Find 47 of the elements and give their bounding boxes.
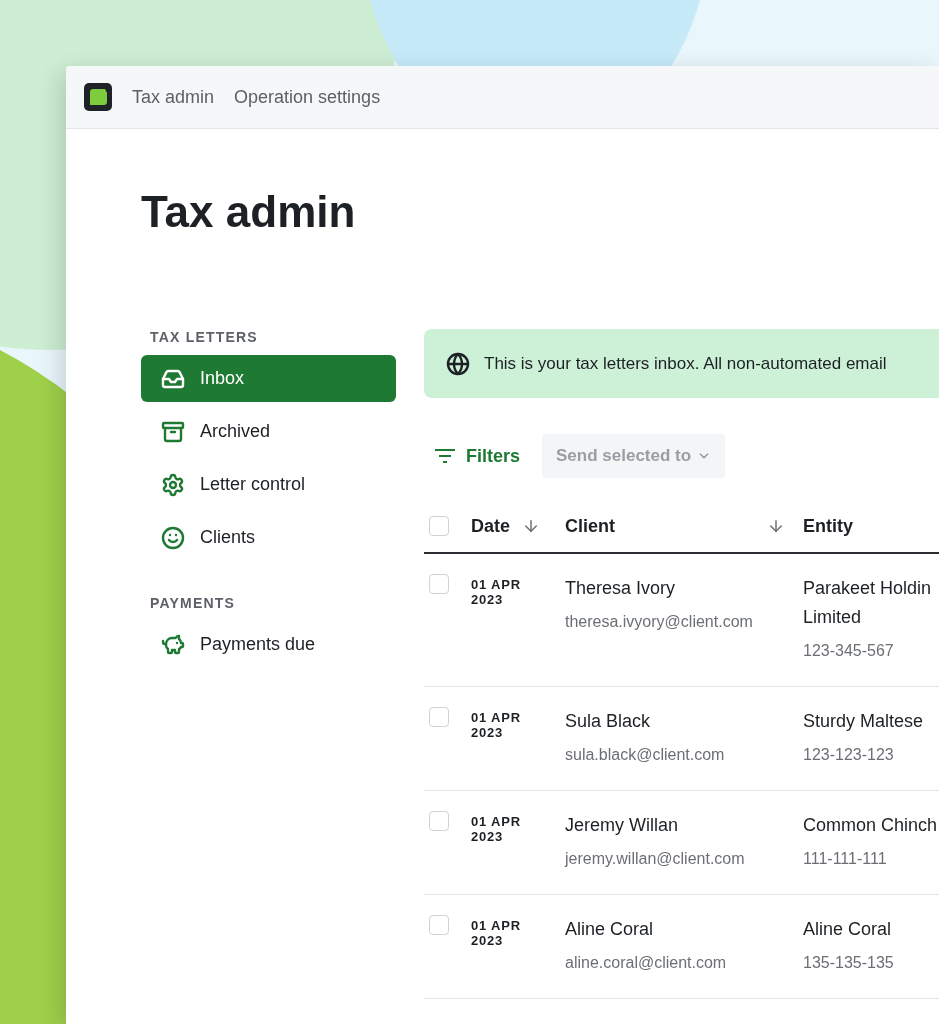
smiley-face-icon <box>161 525 185 550</box>
globe-icon <box>446 351 470 376</box>
sidebar-item[interactable]: Payments due <box>141 621 396 668</box>
entity-name: Aline Coral <box>803 918 893 941</box>
piggy-bank-icon <box>161 632 185 657</box>
date-cell-text: 01 APR 2023 <box>471 576 522 609</box>
page-title: Tax admin <box>141 187 357 237</box>
client-name: Aline Coral <box>565 918 655 941</box>
logo-icon <box>84 83 112 111</box>
entity-name: Parakeet Holdin Limited <box>803 577 933 629</box>
row-checkbox[interactable] <box>429 915 449 935</box>
entity-name: Sturdy Maltese <box>803 710 925 733</box>
row-checkbox[interactable] <box>429 574 449 594</box>
filter-icon <box>434 448 456 464</box>
entity-number: 123-345-567 <box>803 642 895 660</box>
date-cell-text: 01 APR 2023 <box>471 917 522 950</box>
entity-number: 111-111-111 <box>803 850 888 868</box>
breadcrumb-link[interactable]: Operation settings <box>234 86 381 108</box>
entity-number: 123-123-123 <box>803 746 895 764</box>
row-checkbox[interactable] <box>429 811 449 831</box>
sidebar-item[interactable]: Inbox <box>141 355 396 402</box>
select-all-checkbox[interactable] <box>429 516 449 536</box>
date-cell-text: 01 APR 2023 <box>471 813 522 846</box>
client-name: Theresa Ivory <box>565 577 677 600</box>
column-header[interactable]: Date <box>471 515 565 537</box>
sidebar-item[interactable]: Letter control <box>141 461 396 508</box>
row-checkbox[interactable] <box>429 707 449 727</box>
column-header[interactable]: Entity <box>803 515 939 537</box>
archive-icon <box>161 419 185 444</box>
banner-text: This is your tax letters inbox. All non-automated email <box>484 353 887 374</box>
date-cell-text: 01 APR 2023 <box>471 709 522 742</box>
client-email: sula.black@client.com <box>565 746 726 764</box>
sidebar-item[interactable]: Clients <box>141 514 396 561</box>
column-header[interactable]: Client <box>565 515 803 537</box>
sidebar-item[interactable]: Archived <box>141 408 396 455</box>
entity-name: Common Chinch <box>803 814 939 837</box>
entity-number: 135-135-135 <box>803 954 895 972</box>
client-name: Sula Black <box>565 710 652 733</box>
client-email: aline.coral@client.com <box>565 954 728 972</box>
breadcrumb-link[interactable]: Tax admin <box>132 86 215 108</box>
client-email: theresa.ivyory@client.com <box>565 613 754 631</box>
section-heading: TAX LETTERS <box>149 329 259 345</box>
client-name: Jeremy Willan <box>565 814 680 837</box>
client-email: jeremy.willan@client.com <box>565 850 746 868</box>
filters-button[interactable]: Filters <box>434 445 521 467</box>
section-heading: PAYMENTS <box>149 595 237 611</box>
gear-icon <box>161 472 185 497</box>
